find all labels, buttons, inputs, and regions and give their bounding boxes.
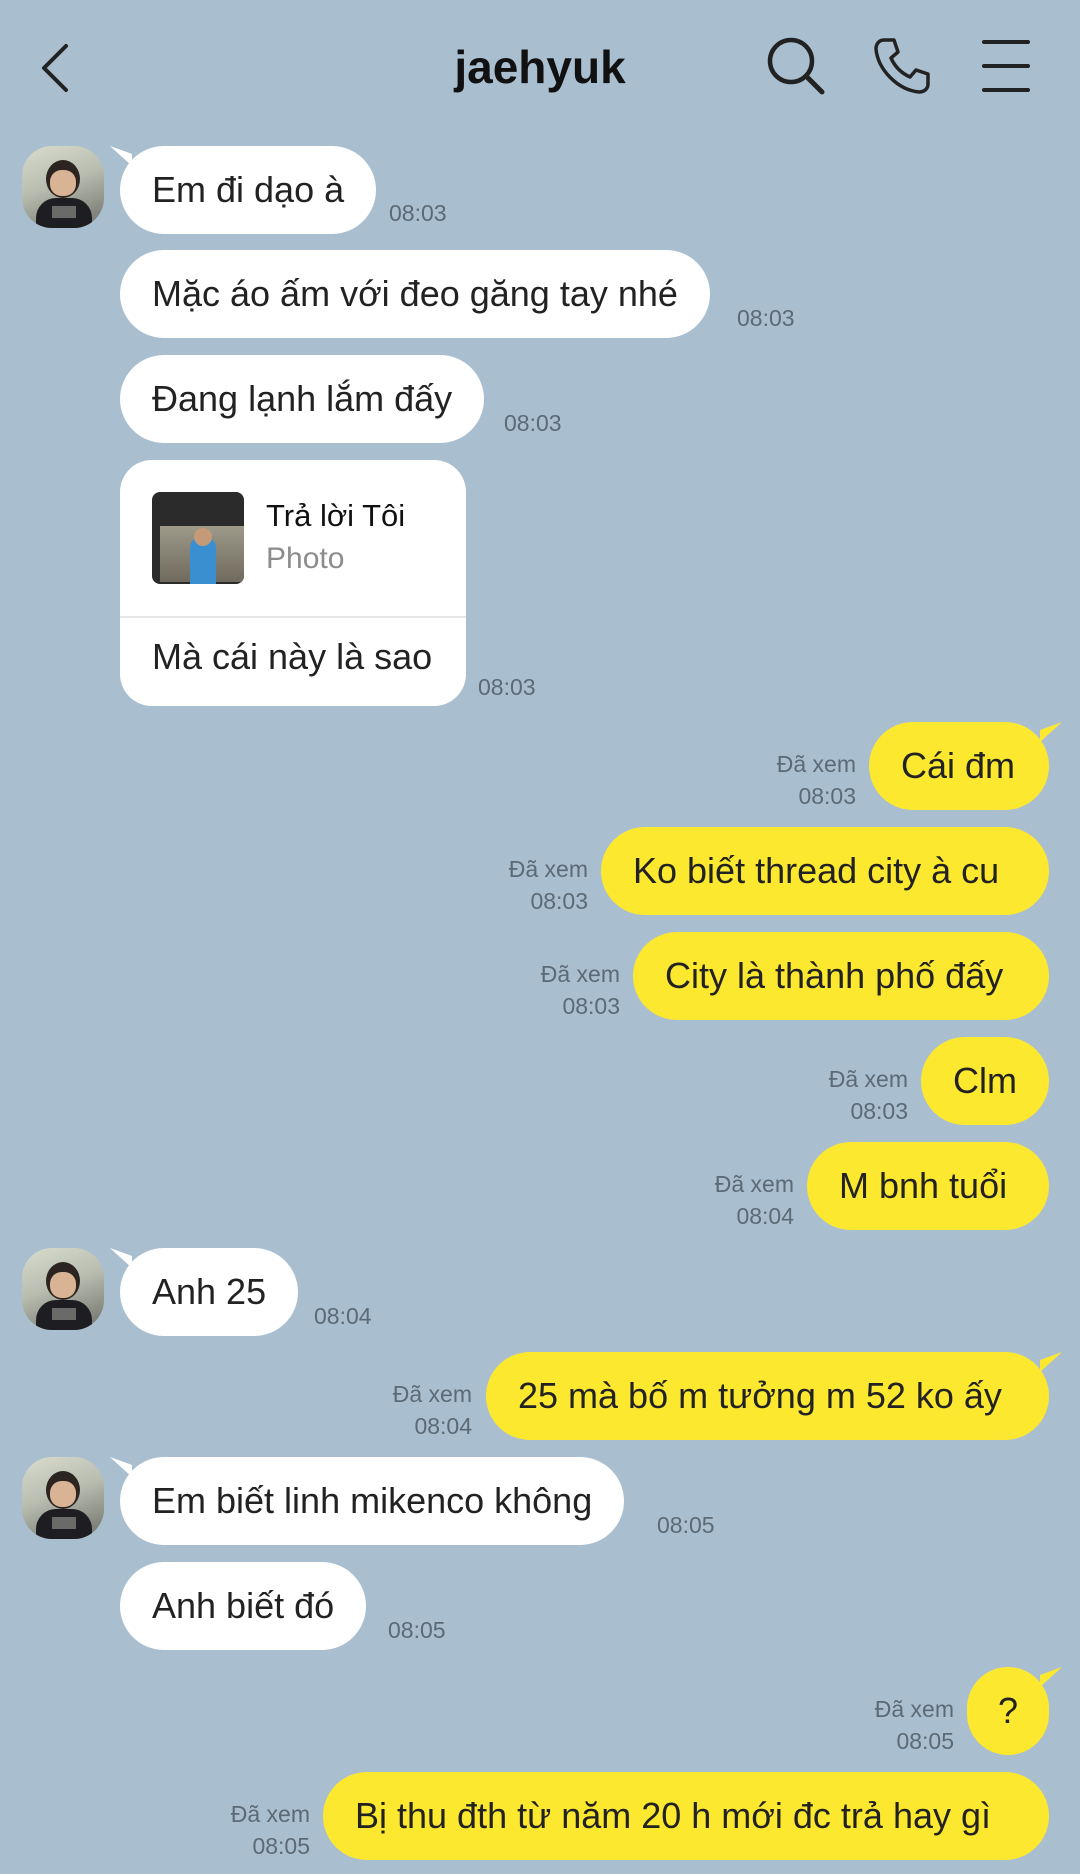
message-time: 08:03: [737, 305, 795, 331]
message-time: 08:03: [478, 674, 536, 700]
message-bubble-incoming[interactable]: Anh biết đó: [120, 1562, 367, 1650]
message-time: 08:03: [798, 783, 856, 809]
menu-button[interactable]: [972, 34, 1036, 98]
message-bubble-outgoing[interactable]: 25 mà bố m tưởng m 52 ko ấy: [486, 1352, 1049, 1440]
avatar[interactable]: [22, 1248, 104, 1330]
message-meta: Đã xem 08:03: [509, 853, 588, 917]
message-bubble-outgoing[interactable]: Ko biết thread city à cu: [601, 827, 1049, 915]
message-meta: Đã xem 08:05: [231, 1798, 310, 1862]
reply-message-card[interactable]: Trả lời Tôi Photo Mà cái này là sao: [120, 460, 466, 706]
reply-title: Trả lời Tôi: [266, 498, 406, 533]
message-time: 08:05: [657, 1512, 715, 1538]
message-time: 08:04: [736, 1203, 794, 1229]
message-bubble-outgoing[interactable]: City là thành phố đấy: [633, 932, 1049, 1020]
message-bubble-outgoing[interactable]: ?: [967, 1667, 1049, 1755]
bubble-tail: [1040, 1667, 1062, 1687]
reply-photo-thumbnail[interactable]: [152, 492, 244, 584]
avatar[interactable]: [22, 146, 104, 228]
message-meta: Đã xem 08:03: [777, 748, 856, 812]
message-time: 08:05: [388, 1617, 446, 1643]
chat-header: jaehyuk: [0, 0, 1080, 140]
message-meta: Đã xem 08:03: [541, 958, 620, 1022]
message-time: 08:04: [314, 1303, 372, 1329]
search-button[interactable]: [764, 34, 828, 98]
message-meta: Đã xem 08:03: [829, 1063, 908, 1127]
reply-divider: [120, 616, 466, 618]
message-time: 08:03: [562, 993, 620, 1019]
message-meta: Đã xem 08:04: [393, 1378, 472, 1442]
message-time: 08:04: [414, 1413, 472, 1439]
menu-icon: [982, 40, 1030, 92]
message-time: 08:03: [850, 1098, 908, 1124]
avatar[interactable]: [22, 1457, 104, 1539]
message-bubble-outgoing[interactable]: M bnh tuổi: [807, 1142, 1049, 1230]
bubble-tail: [1040, 722, 1062, 742]
message-time: 08:03: [389, 200, 447, 226]
message-time: 08:05: [252, 1833, 310, 1859]
message-meta: Đã xem 08:04: [715, 1168, 794, 1232]
phone-icon: [874, 38, 930, 94]
reply-message-text: Mà cái này là sao: [152, 636, 433, 677]
message-bubble-incoming[interactable]: Đang lạnh lắm đấy: [120, 355, 485, 443]
message-bubble-outgoing[interactable]: Clm: [921, 1037, 1049, 1125]
message-bubble-incoming[interactable]: Em biết linh mikenco không: [120, 1457, 625, 1545]
message-time: 08:05: [896, 1728, 954, 1754]
message-time: 08:03: [530, 888, 588, 914]
read-status: Đã xem: [776, 751, 856, 777]
read-status: Đã xem: [874, 1696, 954, 1722]
message-meta: Đã xem 08:05: [875, 1693, 954, 1757]
message-bubble-incoming[interactable]: Anh 25: [120, 1248, 299, 1336]
read-status: Đã xem: [392, 1381, 472, 1407]
message-bubble-incoming[interactable]: Em đi dạo à: [120, 146, 377, 234]
message-bubble-outgoing[interactable]: Cái đm: [869, 722, 1049, 810]
message-bubble-outgoing[interactable]: Bị thu đth từ năm 20 h mới đc trả hay gì: [323, 1772, 1049, 1860]
read-status: Đã xem: [230, 1801, 310, 1827]
read-status: Đã xem: [714, 1171, 794, 1197]
read-status: Đã xem: [540, 961, 620, 987]
message-bubble-incoming[interactable]: Mặc áo ấm với đeo găng tay nhé: [120, 250, 710, 338]
search-icon: [767, 37, 825, 95]
message-time: 08:03: [504, 410, 562, 436]
bubble-tail: [1040, 1352, 1062, 1372]
call-button[interactable]: [870, 34, 934, 98]
reply-subtitle: Photo: [266, 542, 345, 575]
read-status: Đã xem: [508, 856, 588, 882]
read-status: Đã xem: [828, 1066, 908, 1092]
